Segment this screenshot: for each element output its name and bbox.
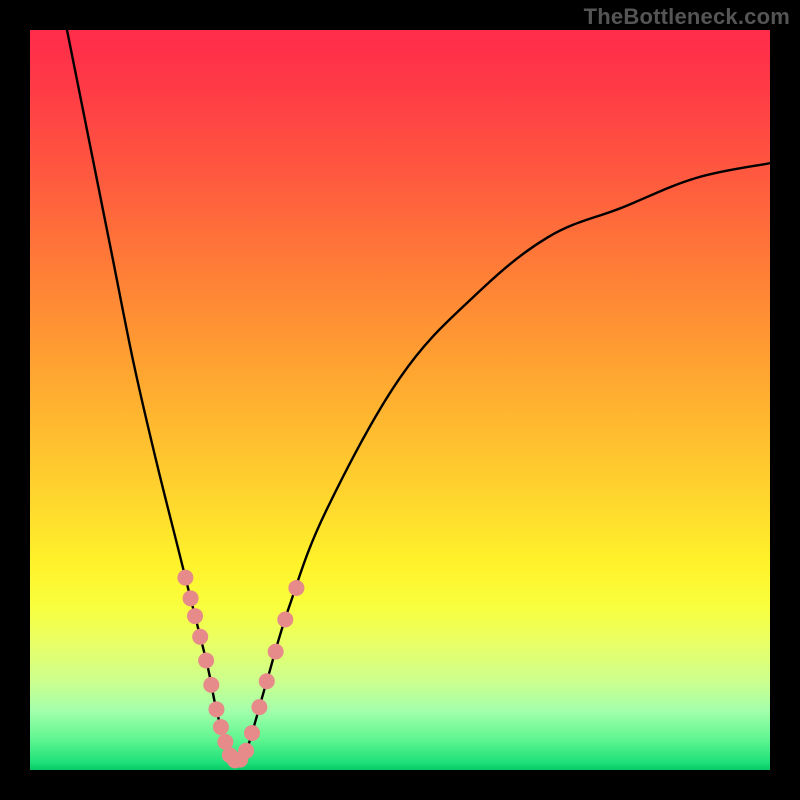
watermark-text: TheBottleneck.com: [584, 4, 790, 30]
curve-marker: [198, 652, 214, 668]
curve-marker: [251, 699, 267, 715]
curve-marker: [238, 743, 254, 759]
chart-frame: TheBottleneck.com: [0, 0, 800, 800]
curve-marker: [192, 629, 208, 645]
curve-marker: [183, 590, 199, 606]
curve-marker: [208, 701, 224, 717]
chart-svg: [30, 30, 770, 770]
curve-marker: [213, 719, 229, 735]
curve-marker: [268, 644, 284, 660]
curve-marker: [203, 677, 219, 693]
plot-area: [30, 30, 770, 770]
curve-marker: [244, 725, 260, 741]
curve-marker: [187, 608, 203, 624]
curve-marker: [259, 673, 275, 689]
curve-markers: [177, 570, 304, 769]
bottleneck-curve: [67, 30, 770, 763]
curve-marker: [277, 612, 293, 628]
curve-marker: [288, 580, 304, 596]
curve-marker: [177, 570, 193, 586]
